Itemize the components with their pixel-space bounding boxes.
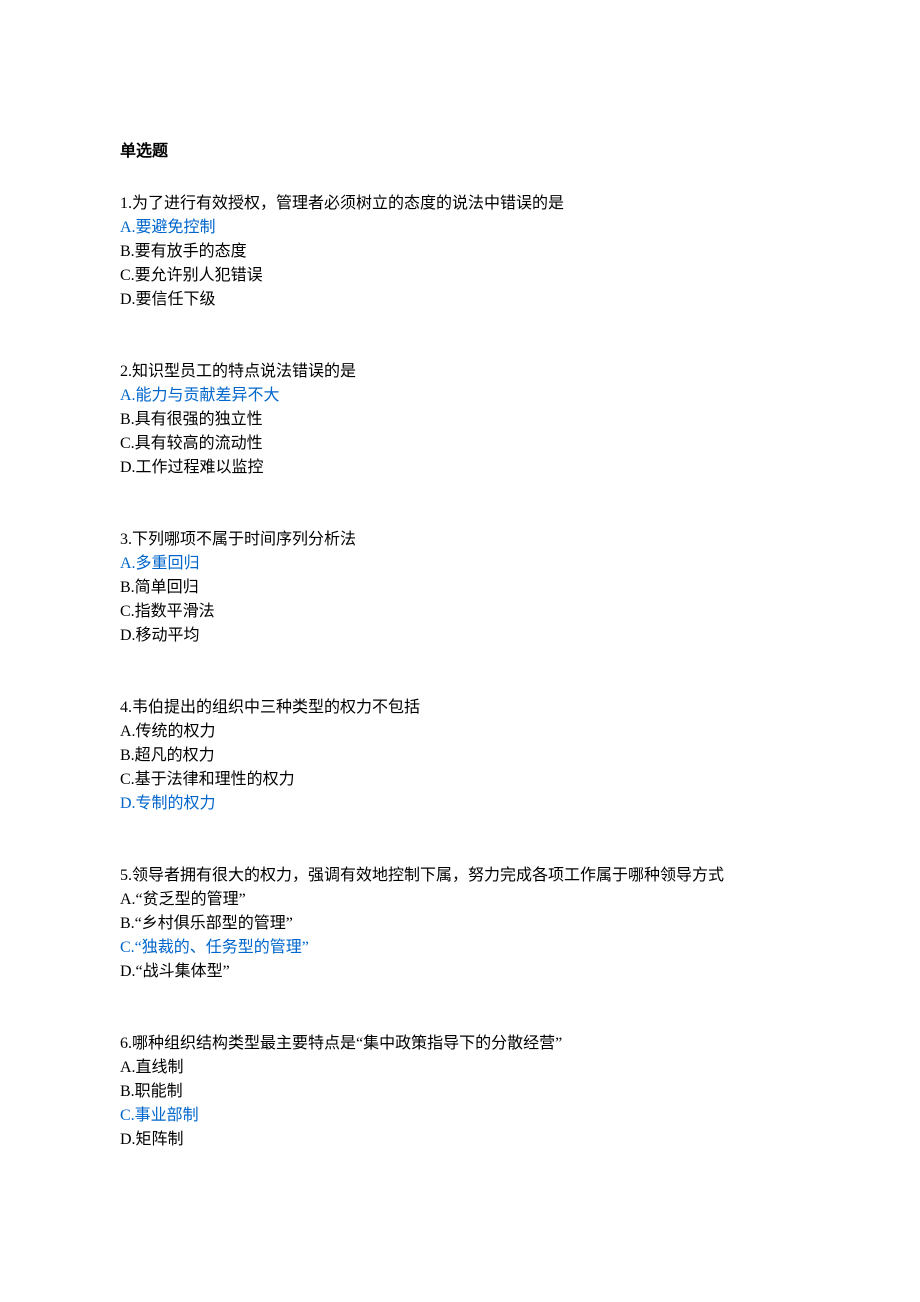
question-block: 6.哪种组织结构类型最主要特点是“集中政策指导下的分散经营”A.直线制B.职能制… [120, 1032, 800, 1152]
questions-container: 1.为了进行有效授权，管理者必须树立的态度的说法中错误的是A.要避免控制B.要有… [120, 192, 800, 1152]
option-answer: C.“独裁的、任务型的管理” [120, 936, 800, 960]
question-stem: 1.为了进行有效授权，管理者必须树立的态度的说法中错误的是 [120, 192, 800, 216]
option: D.矩阵制 [120, 1128, 800, 1152]
option-answer: A.能力与贡献差异不大 [120, 384, 800, 408]
question-stem: 2.知识型员工的特点说法错误的是 [120, 360, 800, 384]
option: C.具有较高的流动性 [120, 432, 800, 456]
page-content: 单选题 1.为了进行有效授权，管理者必须树立的态度的说法中错误的是A.要避免控制… [0, 0, 920, 1252]
option: C.要允许别人犯错误 [120, 264, 800, 288]
question-stem: 5.领导者拥有很大的权力，强调有效地控制下属，努力完成各项工作属于哪种领导方式 [120, 864, 800, 888]
question-block: 1.为了进行有效授权，管理者必须树立的态度的说法中错误的是A.要避免控制B.要有… [120, 192, 800, 312]
option: D.要信任下级 [120, 288, 800, 312]
question-block: 5.领导者拥有很大的权力，强调有效地控制下属，努力完成各项工作属于哪种领导方式A… [120, 864, 800, 984]
option: D.“战斗集体型” [120, 960, 800, 984]
option: B.具有很强的独立性 [120, 408, 800, 432]
question-stem: 3.下列哪项不属于时间序列分析法 [120, 528, 800, 552]
option: B.超凡的权力 [120, 744, 800, 768]
option-answer: D.专制的权力 [120, 792, 800, 816]
option: A.传统的权力 [120, 720, 800, 744]
option: B.职能制 [120, 1080, 800, 1104]
option: C.基于法律和理性的权力 [120, 768, 800, 792]
question-stem: 6.哪种组织结构类型最主要特点是“集中政策指导下的分散经营” [120, 1032, 800, 1056]
option: B.简单回归 [120, 576, 800, 600]
option: A.直线制 [120, 1056, 800, 1080]
option-answer: A.要避免控制 [120, 216, 800, 240]
section-title: 单选题 [120, 140, 800, 164]
option: C.指数平滑法 [120, 600, 800, 624]
option-answer: C.事业部制 [120, 1104, 800, 1128]
option: D.移动平均 [120, 624, 800, 648]
option: A.“贫乏型的管理” [120, 888, 800, 912]
question-stem: 4.韦伯提出的组织中三种类型的权力不包括 [120, 696, 800, 720]
question-block: 3.下列哪项不属于时间序列分析法A.多重回归B.简单回归C.指数平滑法D.移动平… [120, 528, 800, 648]
option: B.要有放手的态度 [120, 240, 800, 264]
question-block: 4.韦伯提出的组织中三种类型的权力不包括A.传统的权力B.超凡的权力C.基于法律… [120, 696, 800, 816]
option: D.工作过程难以监控 [120, 456, 800, 480]
option: B.“乡村俱乐部型的管理” [120, 912, 800, 936]
option-answer: A.多重回归 [120, 552, 800, 576]
question-block: 2.知识型员工的特点说法错误的是A.能力与贡献差异不大B.具有很强的独立性C.具… [120, 360, 800, 480]
